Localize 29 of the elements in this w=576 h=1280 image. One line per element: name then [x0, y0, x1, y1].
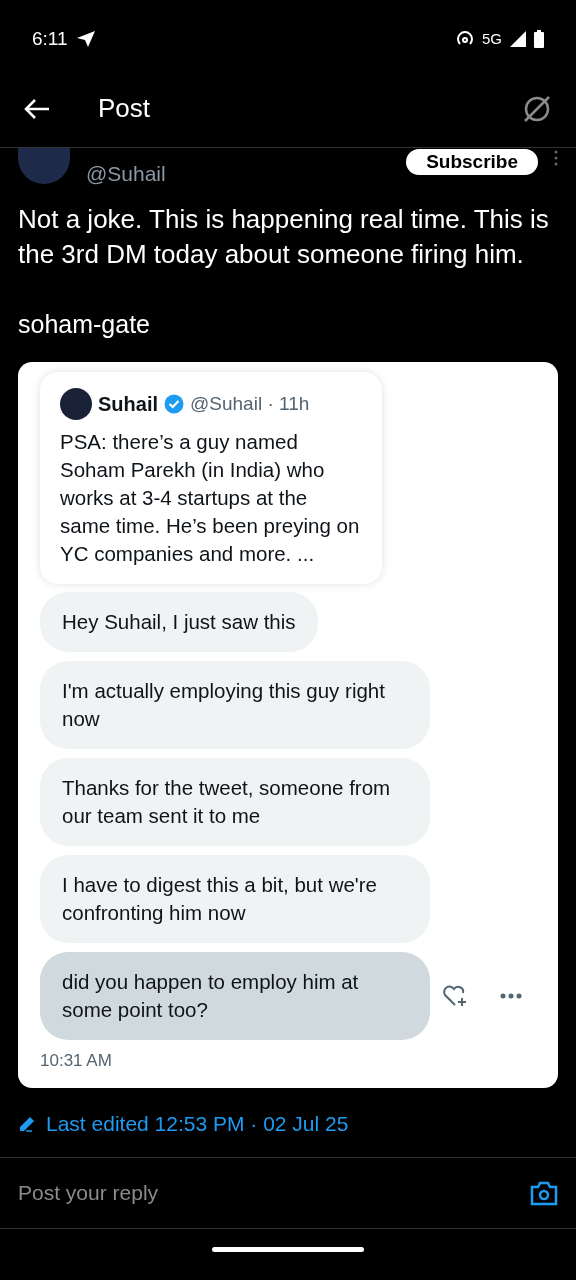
quoted-handle: @Suhail · 11h — [190, 391, 310, 416]
back-arrow-icon[interactable] — [24, 97, 50, 120]
status-time: 6:11 — [32, 26, 68, 51]
more-icon[interactable] — [554, 150, 558, 166]
quoted-text: PSA: there’s a guy named Soham Parekh (in India) who works at 3-4 startups at the same time. He’s been preying on YC companies and more. ... — [60, 429, 361, 567]
add-reaction-icon[interactable] — [442, 984, 468, 1008]
author-handle: @Suhail — [86, 161, 166, 187]
more-icon[interactable] — [500, 993, 522, 999]
network-label: 5G — [482, 28, 502, 49]
message-bubble[interactable]: I have to digest this a bit, but we're confronting him now — [40, 855, 430, 943]
message-bubble[interactable]: Hey Suhail, I just saw this — [40, 592, 318, 652]
battery-icon — [534, 30, 544, 48]
quoted-avatar — [60, 388, 92, 420]
signal-icon — [510, 31, 526, 47]
reply-field[interactable]: Post your reply — [18, 1177, 530, 1209]
message-bubble[interactable]: did you happen to employ him at some point too? — [40, 952, 430, 1040]
message-timestamp: 10:31 AM — [40, 1050, 113, 1072]
send-icon — [75, 30, 96, 48]
slashed-circle-icon[interactable] — [522, 93, 552, 124]
last-edited-link[interactable]: Last edited 12:53 PM · 02 Jul 25 — [46, 1107, 349, 1139]
post-tag: soham-gate — [0, 307, 576, 342]
message-bubble[interactable]: I'm actually employing this guy right now — [40, 661, 430, 749]
header-title: Post — [98, 92, 151, 125]
post-text: Not a joke. This is happening real time. This is the 3rd DM today about someone firing him. — [17, 203, 550, 271]
camera-icon[interactable] — [530, 1180, 558, 1206]
message-bubble[interactable]: Thanks for the tweet, someone from our team sent it to me — [40, 758, 430, 846]
quoted-name: Suhail — [98, 392, 158, 417]
subscribe-button[interactable]: Subscribe — [406, 149, 538, 175]
verified-badge-icon — [164, 394, 184, 414]
